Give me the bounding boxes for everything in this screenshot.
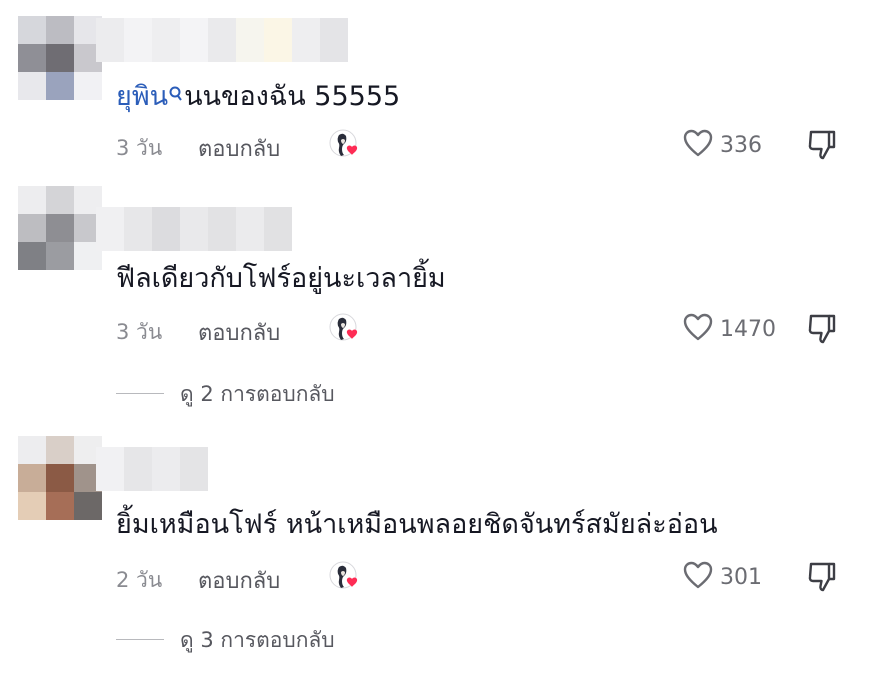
comment-meta: 3 วัน ตอบกลับ 1470 bbox=[116, 312, 856, 346]
avatar[interactable] bbox=[18, 436, 102, 520]
heart-outline-icon bbox=[682, 560, 714, 594]
heart-outline-icon bbox=[682, 312, 714, 346]
search-icon bbox=[168, 78, 184, 112]
like-count: 301 bbox=[720, 564, 762, 590]
reply-button[interactable]: ตอบกลับ bbox=[198, 315, 280, 350]
comment-time: 2 วัน bbox=[116, 568, 163, 592]
view-replies-label: ดู 3 การตอบกลับ bbox=[180, 628, 335, 652]
comment-meta: 2 วัน ตอบกลับ 301 bbox=[116, 560, 856, 594]
creator-liked-heart-icon bbox=[328, 126, 364, 162]
heart-outline-icon bbox=[682, 128, 714, 162]
replies-divider bbox=[116, 639, 164, 640]
like-count: 336 bbox=[720, 132, 762, 158]
comment-text: ฟีลเดียวกับโฟร์อยู่นะเวลายิ้ม bbox=[116, 263, 446, 294]
thumbs-down-icon[interactable] bbox=[806, 560, 838, 594]
like-button[interactable]: 301 bbox=[682, 560, 762, 594]
username[interactable] bbox=[96, 207, 292, 251]
creator-liked-heart-icon bbox=[328, 558, 364, 594]
comment-text: ยุพิน นนของฉัน 55555 bbox=[116, 80, 400, 114]
username[interactable] bbox=[96, 18, 348, 62]
creator-liked-heart-icon bbox=[328, 310, 364, 346]
comment-time: 3 วัน bbox=[116, 136, 163, 160]
like-button[interactable]: 336 bbox=[682, 128, 762, 162]
like-count: 1470 bbox=[720, 316, 776, 342]
view-replies-label: ดู 2 การตอบกลับ bbox=[180, 382, 335, 406]
comment-text: ยิ้มเหมือนโฟร์ หน้าเหมือนพลอยชิดจันทร์สม… bbox=[116, 509, 718, 540]
reply-button[interactable]: ตอบกลับ bbox=[198, 131, 280, 166]
replies-divider bbox=[116, 393, 164, 394]
reply-button[interactable]: ตอบกลับ bbox=[198, 563, 280, 598]
avatar[interactable] bbox=[18, 16, 102, 100]
mention-link[interactable]: ยุพิน bbox=[116, 81, 168, 112]
like-button[interactable]: 1470 bbox=[682, 312, 776, 346]
username[interactable] bbox=[96, 447, 208, 491]
thumbs-down-icon[interactable] bbox=[806, 128, 838, 162]
avatar[interactable] bbox=[18, 186, 102, 270]
comment-meta: 3 วัน ตอบกลับ 336 bbox=[116, 128, 856, 162]
comment-time: 3 วัน bbox=[116, 320, 163, 344]
thumbs-down-icon[interactable] bbox=[806, 312, 838, 346]
